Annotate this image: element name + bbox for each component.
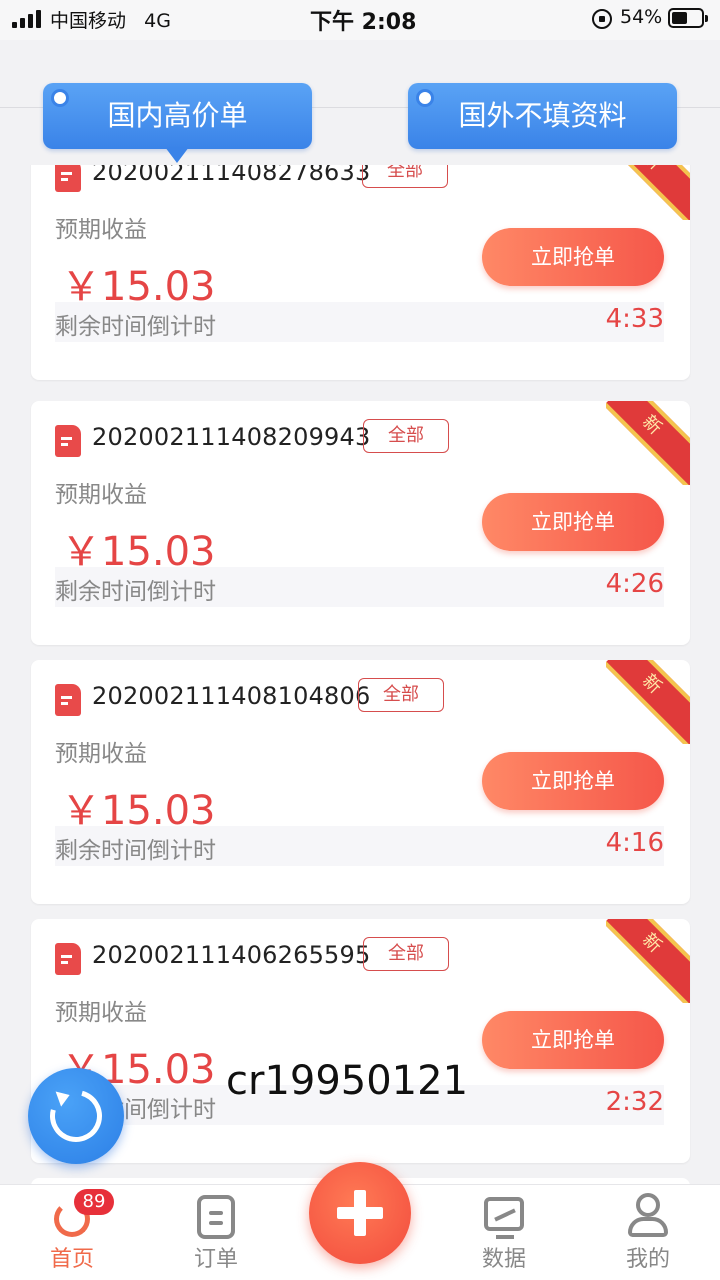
refresh-icon — [40, 1080, 112, 1152]
order-number: 202002111406265595 — [92, 941, 371, 969]
chart-icon — [484, 1197, 524, 1239]
user-icon — [628, 1193, 668, 1237]
tab-label: 国内高价单 — [107, 99, 248, 132]
signal-icon — [12, 10, 42, 28]
order-number: 202002111408278633 — [92, 165, 371, 186]
countdown-row: 剩余时间倒计时 4:33 — [55, 302, 664, 342]
document-icon — [55, 943, 81, 975]
watermark-text: cr19950121 — [226, 1058, 469, 1104]
countdown-value: 4:16 — [605, 828, 664, 858]
document-icon — [55, 165, 81, 192]
nav-orders-label: 订单 — [193, 1247, 238, 1272]
tab-foreign-no-info[interactable]: 国外不填资料 — [408, 83, 677, 149]
grab-order-button[interactable]: 立即抢单 — [482, 752, 664, 810]
nav-mine-label: 我的 — [625, 1247, 670, 1272]
status-time: 下午 2:08 — [310, 10, 417, 35]
nav-data-label: 数据 — [481, 1247, 526, 1272]
countdown-row: 剩余时间倒计时 4:26 — [55, 567, 664, 607]
new-ribbon: 新 — [606, 401, 690, 485]
status-bar: 中国移动 4G 下午 2:08 54% — [0, 0, 720, 40]
order-number: 202002111408104806 — [92, 682, 371, 710]
nav-home-label: 首页 — [49, 1247, 94, 1272]
order-card: 202002111408278633 全部 预期收益 ￥15.03 立即抢单 剩… — [31, 165, 690, 380]
tab-label: 国外不填资料 — [458, 99, 627, 132]
income-label: 预期收益 — [55, 741, 147, 767]
nav-orders[interactable]: 订单 — [156, 1185, 276, 1280]
carrier-label: 中国移动 4G — [50, 10, 171, 32]
order-card: 202002111408104806 全部 预期收益 ￥15.03 立即抢单 剩… — [31, 660, 690, 904]
nav-data[interactable]: 数据 — [444, 1185, 564, 1280]
countdown-row: 剩余时间倒计时 4:16 — [55, 826, 664, 866]
income-label: 预期收益 — [55, 482, 147, 508]
order-list[interactable]: 202002111408278633 全部 预期收益 ￥15.03 立即抢单 剩… — [0, 165, 720, 1185]
category-badge: 全部 — [363, 419, 449, 453]
document-icon — [55, 425, 81, 457]
order-card: 202002111408209943 全部 预期收益 ￥15.03 立即抢单 剩… — [31, 401, 690, 645]
countdown-label: 剩余时间倒计时 — [55, 838, 216, 864]
grab-order-button[interactable]: 立即抢单 — [482, 1011, 664, 1069]
battery-icon — [668, 8, 708, 28]
notification-badge: 89 — [74, 1189, 114, 1215]
category-badge: 全部 — [362, 165, 448, 188]
rotation-lock-icon — [592, 9, 612, 29]
countdown-value: 4:33 — [605, 304, 664, 334]
refresh-button[interactable] — [28, 1068, 124, 1164]
add-button[interactable] — [309, 1162, 411, 1264]
order-number: 202002111408209943 — [92, 423, 371, 451]
countdown-label: 剩余时间倒计时 — [55, 314, 216, 340]
document-icon — [55, 684, 81, 716]
tab-dot-icon — [51, 89, 69, 107]
tab-selected-pointer — [165, 147, 189, 163]
nav-mine[interactable]: 我的 — [588, 1185, 708, 1280]
countdown-value: 2:32 — [605, 1087, 664, 1117]
countdown-label: 剩余时间倒计时 — [55, 579, 216, 605]
network-label: 4G — [144, 10, 171, 32]
new-ribbon: 新 — [606, 919, 690, 1003]
income-label: 预期收益 — [55, 1000, 147, 1026]
category-badge: 全部 — [358, 678, 444, 712]
new-ribbon: 新 — [606, 660, 690, 744]
battery-percent: 54% — [620, 6, 663, 28]
category-badge: 全部 — [363, 937, 449, 971]
tab-domestic-high-price[interactable]: 国内高价单 — [43, 83, 312, 149]
grab-order-button[interactable]: 立即抢单 — [482, 228, 664, 286]
nav-home[interactable]: 89 首页 — [12, 1185, 132, 1280]
order-card: 202002111406265595 全部 预期收益 ￥15.03 立即抢单 剩… — [31, 919, 690, 1163]
new-ribbon: 新 — [606, 165, 690, 220]
clipboard-icon — [197, 1195, 235, 1239]
grab-order-button[interactable]: 立即抢单 — [482, 493, 664, 551]
countdown-value: 4:26 — [605, 569, 664, 599]
income-label: 预期收益 — [55, 217, 147, 243]
tab-dot-icon — [416, 89, 434, 107]
